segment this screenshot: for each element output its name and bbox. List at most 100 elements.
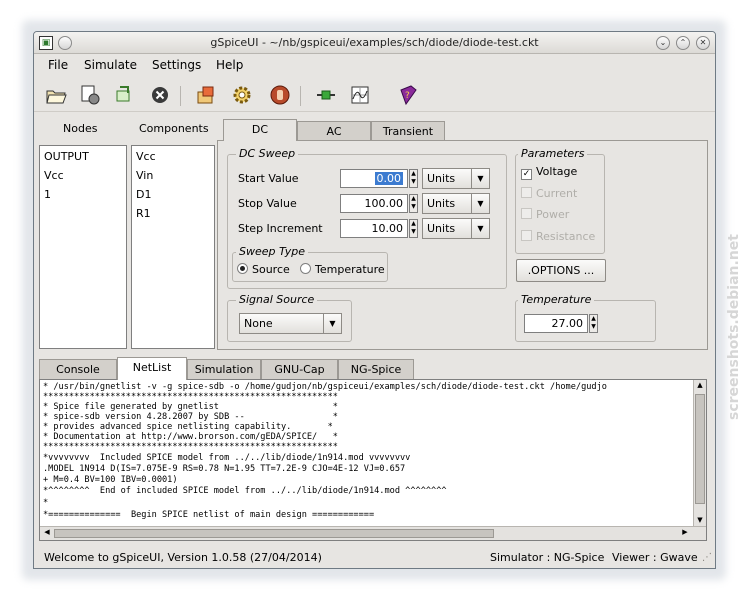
checkbox-icon bbox=[521, 230, 532, 241]
start-units-select[interactable]: Units ▼ bbox=[422, 168, 490, 189]
sweep-type-group: Sweep Type Source Temperature bbox=[232, 245, 388, 282]
netlist-line: + M=0.4 BV=100 IBV=0.0001) bbox=[43, 475, 178, 485]
netlist-line: * Documentation at http://www.brorson.co… bbox=[43, 432, 338, 442]
tab-simulation[interactable]: Simulation bbox=[187, 359, 261, 380]
sweep-temperature-label: Temperature bbox=[315, 263, 385, 276]
stop-units-value: Units bbox=[427, 197, 456, 210]
parameters-group: Parameters ✓ Voltage Current Power Resist… bbox=[515, 147, 605, 254]
scroll-up-icon[interactable]: ▲ bbox=[695, 381, 705, 391]
scroll-right-icon[interactable]: ▶ bbox=[680, 528, 690, 539]
netlist-line: * spice-sdb version 4.28.2007 by SDB -- … bbox=[43, 412, 338, 422]
parameters-title: Parameters bbox=[518, 147, 588, 160]
close-circle-icon[interactable] bbox=[148, 83, 172, 107]
list-item[interactable]: R1 bbox=[136, 207, 151, 220]
vertical-scrollbar[interactable]: ▲ ▼ bbox=[693, 380, 706, 527]
title-bar[interactable]: ▣ gSpiceUI - ~/nb/gspiceui/examples/sch/… bbox=[34, 32, 715, 54]
wave-viewer-icon[interactable] bbox=[348, 83, 372, 107]
components-label: Components bbox=[139, 122, 209, 135]
tab-ac[interactable]: AC bbox=[297, 121, 371, 141]
start-value-spinner[interactable]: ▲ ▼ bbox=[409, 169, 418, 188]
stop-value-input[interactable]: 100.00 bbox=[340, 194, 408, 213]
window-title: gSpiceUI - ~/nb/gspiceui/examples/sch/di… bbox=[210, 36, 539, 49]
chevron-down-icon: ▼ bbox=[471, 194, 489, 213]
status-message: Welcome to gSpiceUI, Version 1.0.58 (27/… bbox=[44, 551, 322, 564]
chevron-down-icon: ▼ bbox=[471, 219, 489, 238]
nodes-list[interactable]: OUTPUT Vcc 1 bbox=[39, 145, 127, 349]
open-file-icon[interactable] bbox=[78, 83, 102, 107]
temperature-spinner[interactable]: ▲ ▼ bbox=[589, 314, 598, 333]
voltage-checkbox[interactable]: ✓ Voltage bbox=[521, 165, 577, 180]
list-item[interactable]: 1 bbox=[44, 188, 51, 201]
stop-units-select[interactable]: Units ▼ bbox=[422, 193, 490, 214]
step-units-select[interactable]: Units ▼ bbox=[422, 218, 490, 239]
stop-value-spinner[interactable]: ▲ ▼ bbox=[409, 194, 418, 213]
help-book-icon[interactable]: ? bbox=[396, 83, 420, 107]
netlist-line: ****************************************… bbox=[43, 392, 338, 402]
menu-file[interactable]: File bbox=[48, 58, 68, 72]
start-value-label: Start Value bbox=[238, 172, 299, 185]
netlist-line: * Spice file generated by gnetlist * bbox=[43, 402, 338, 412]
sweep-source-label: Source bbox=[252, 263, 290, 276]
start-value-input[interactable]: 0.00 bbox=[340, 169, 408, 188]
list-item[interactable]: D1 bbox=[136, 188, 151, 201]
tab-gnu-cap[interactable]: GNU-Cap bbox=[261, 359, 338, 380]
menu-bar: File Simulate Settings Help bbox=[34, 54, 715, 76]
options-button[interactable]: .OPTIONS ... bbox=[516, 259, 606, 282]
scroll-left-icon[interactable]: ◀ bbox=[42, 528, 52, 539]
list-item[interactable]: Vcc bbox=[44, 169, 64, 182]
netlist-line: *vvvvvvvv Included SPICE model from ../.… bbox=[43, 453, 411, 463]
temperature-title: Temperature bbox=[518, 293, 595, 306]
temperature-input[interactable]: 27.00 bbox=[524, 314, 588, 333]
chevron-down-icon: ▼ bbox=[323, 314, 341, 333]
chevron-down-icon: ▼ bbox=[471, 169, 489, 188]
close-icon[interactable]: ✕ bbox=[696, 36, 710, 50]
signal-source-select[interactable]: None ▼ bbox=[239, 313, 342, 334]
maximize-icon[interactable]: ⌃ bbox=[676, 36, 690, 50]
menu-settings[interactable]: Settings bbox=[152, 58, 201, 72]
step-increment-label: Step Increment bbox=[238, 222, 323, 235]
resistance-checkbox: Resistance bbox=[521, 230, 595, 243]
stop-hand-icon[interactable] bbox=[268, 83, 292, 107]
list-item[interactable]: Vcc bbox=[136, 150, 156, 163]
step-increment-spinner[interactable]: ▲ ▼ bbox=[409, 219, 418, 238]
start-units-value: Units bbox=[427, 172, 456, 185]
tab-ng-spice[interactable]: NG-Spice bbox=[338, 359, 414, 380]
scroll-down-icon[interactable]: ▼ bbox=[695, 516, 705, 526]
resistance-label: Resistance bbox=[536, 230, 596, 243]
components-list[interactable]: Vcc Vin D1 R1 bbox=[131, 145, 215, 349]
main-window: ▣ gSpiceUI - ~/nb/gspiceui/examples/sch/… bbox=[33, 31, 716, 569]
tab-transient[interactable]: Transient bbox=[371, 121, 445, 141]
sweep-source-radio[interactable]: Source bbox=[237, 263, 290, 276]
vertical-scroll-thumb[interactable] bbox=[695, 394, 705, 504]
build-icon[interactable] bbox=[194, 83, 218, 107]
current-checkbox: Current bbox=[521, 187, 577, 200]
netlist-line: * bbox=[43, 498, 49, 508]
resize-grip-icon[interactable]: ⋰ bbox=[702, 552, 712, 563]
horizontal-scroll-thumb[interactable] bbox=[54, 529, 494, 538]
menu-simulate[interactable]: Simulate bbox=[84, 58, 137, 72]
connector-icon[interactable] bbox=[314, 83, 338, 107]
gear-icon[interactable] bbox=[230, 83, 254, 107]
netlist-line: * provides advanced spice netlisting cap… bbox=[43, 422, 333, 432]
dc-analysis-panel: DC Sweep Start Value 0.00 ▲ ▼ Units ▼ Stop… bbox=[217, 140, 708, 350]
status-simulator: Simulator : NG-Spice bbox=[490, 551, 605, 564]
list-item[interactable]: Vin bbox=[136, 169, 153, 182]
step-increment-input[interactable]: 10.00 bbox=[340, 219, 408, 238]
tab-console[interactable]: Console bbox=[39, 359, 117, 380]
dc-sweep-title: DC Sweep bbox=[236, 147, 299, 160]
signal-source-group: Signal Source None ▼ bbox=[227, 293, 352, 342]
list-item[interactable]: OUTPUT bbox=[44, 150, 89, 163]
status-bar: Welcome to gSpiceUI, Version 1.0.58 (27/… bbox=[34, 546, 715, 568]
menu-help[interactable]: Help bbox=[216, 58, 243, 72]
netlist-text-area[interactable]: * /usr/bin/gnetlist -v -g spice-sdb -o /… bbox=[39, 379, 707, 541]
import-icon[interactable] bbox=[112, 83, 136, 107]
open-folder-icon[interactable] bbox=[44, 83, 68, 107]
start-value-text: 0.00 bbox=[374, 172, 403, 185]
sweep-temperature-radio[interactable]: Temperature bbox=[300, 263, 385, 276]
tab-dc[interactable]: DC bbox=[223, 119, 297, 141]
checkbox-icon bbox=[521, 187, 532, 198]
horizontal-scrollbar[interactable]: ◀ ▶ bbox=[40, 526, 706, 540]
signal-source-title: Signal Source bbox=[236, 293, 318, 306]
tab-netlist[interactable]: NetList bbox=[117, 357, 187, 380]
minimize-icon[interactable]: ⌄ bbox=[656, 36, 670, 50]
